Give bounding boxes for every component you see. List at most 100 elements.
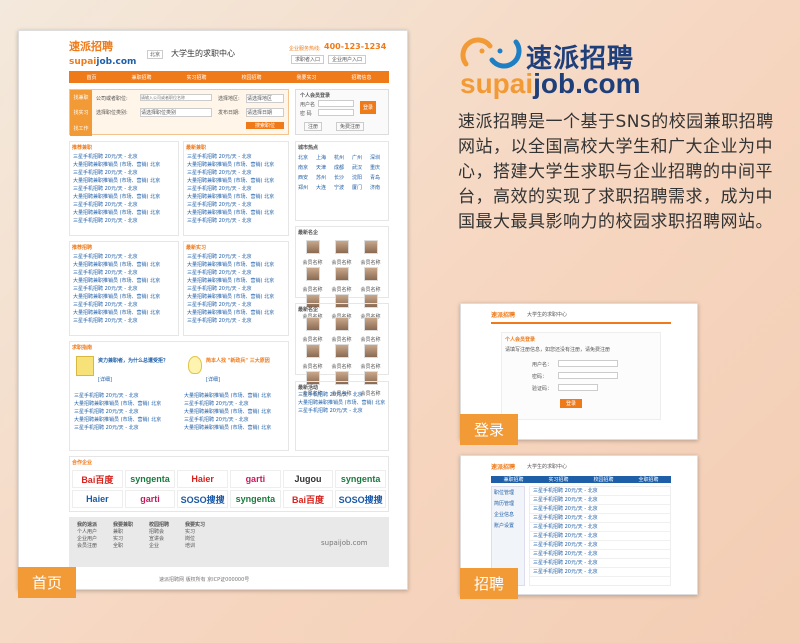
job-link[interactable]: 大量招聘兼职推销员 (市场、营销) 北京: [70, 277, 178, 285]
job-link[interactable]: 三星手机招聘 20元/天 - 北京: [184, 169, 288, 177]
table-row[interactable]: 三星手机招聘 20元/天 - 北京: [530, 496, 670, 505]
member-card[interactable]: 会员名称: [298, 316, 327, 343]
recruit-tab[interactable]: 校园招聘: [593, 476, 613, 483]
job-link[interactable]: 大量招聘兼职推销员 (市场、营销) 北京: [70, 293, 178, 301]
job-link[interactable]: 三星手机招聘 20元/天 - 北京: [70, 169, 178, 177]
login-submit-button[interactable]: 登录: [560, 399, 583, 408]
city-link[interactable]: 杭州: [334, 154, 350, 162]
table-row[interactable]: 三星手机招聘 20元/天 - 北京: [530, 505, 670, 514]
job-link[interactable]: 三星手机招聘 20元/天 - 北京: [70, 301, 178, 309]
article-link[interactable]: 三星手机招聘 20元/天 - 北京: [74, 424, 179, 432]
job-link[interactable]: 大量招聘兼职推销员 (市场、营销) 北京: [70, 209, 178, 217]
notice-link[interactable]: 三星手机招聘 20元/天 - 北京: [298, 407, 386, 415]
article-link[interactable]: 大量招聘兼职推销员 (市场、营销) 北京: [74, 416, 179, 424]
city-link[interactable]: 广州: [352, 154, 368, 162]
recruit-sidebar-item[interactable]: 账户设置: [492, 520, 524, 531]
article-link[interactable]: 三星手机招聘 20元/天 - 北京: [74, 408, 179, 416]
job-link[interactable]: 三星手机招聘 20元/天 - 北京: [184, 185, 288, 193]
footer-link[interactable]: 实习: [185, 528, 205, 535]
member-card[interactable]: 会员名称: [298, 343, 327, 370]
footer-link[interactable]: 岗位: [185, 535, 205, 542]
job-link[interactable]: 三星手机招聘 20元/天 - 北京: [70, 269, 178, 277]
table-row[interactable]: 三星手机招聘 20元/天 - 北京: [530, 550, 670, 559]
footer-link[interactable]: 培训: [185, 542, 205, 549]
recruit-sidebar-item[interactable]: 简历管理: [492, 498, 524, 509]
member-card[interactable]: 会员名称: [327, 239, 356, 266]
footer-link[interactable]: 全职: [113, 542, 133, 549]
job-link[interactable]: 大量招聘兼职推销员 (市场、营销) 北京: [184, 277, 288, 285]
type-select[interactable]: 请选择职位类别: [140, 108, 212, 117]
job-link[interactable]: 三星手机招聘 20元/天 - 北京: [70, 217, 178, 225]
recruit-sidebar-item[interactable]: 企业信息: [492, 509, 524, 520]
table-row[interactable]: 三星手机招聘 20元/天 - 北京: [530, 523, 670, 532]
city-link[interactable]: 济南: [370, 184, 386, 192]
job-link[interactable]: 大量招聘兼职推销员 (市场、营销) 北京: [184, 309, 288, 317]
recruit-tab[interactable]: 全职招聘: [638, 476, 658, 483]
job-link[interactable]: 大量招聘兼职推销员 (市场、营销) 北京: [70, 261, 178, 269]
article-title[interactable]: 简本人找 "新政兵" 三大原因: [206, 357, 270, 364]
article-link[interactable]: 大量招聘兼职推销员 (市场、营销) 北京: [184, 392, 286, 400]
job-link[interactable]: 大量招聘兼职推销员 (市场、营销) 北京: [70, 309, 178, 317]
job-link[interactable]: 三星手机招聘 20元/天 - 北京: [70, 153, 178, 161]
table-row[interactable]: 三星手机招聘 20元/天 - 北京: [530, 559, 670, 568]
partner-logo[interactable]: SOSO搜搜: [335, 490, 386, 508]
city-link[interactable]: 天津: [316, 164, 332, 172]
city-link[interactable]: 厦门: [352, 184, 368, 192]
job-link[interactable]: 三星手机招聘 20元/天 - 北京: [184, 269, 288, 277]
city-link[interactable]: 青岛: [370, 174, 386, 182]
partner-logo[interactable]: Bai百度: [72, 470, 123, 488]
footer-link[interactable]: 个人用户: [77, 528, 97, 535]
member-card[interactable]: 会员名称: [327, 266, 356, 293]
city-link[interactable]: 深圳: [370, 154, 386, 162]
city-link[interactable]: 沈阳: [352, 174, 368, 182]
footer-link[interactable]: 企业: [149, 542, 169, 549]
member-card[interactable]: 会员名称: [356, 266, 385, 293]
job-link[interactable]: 三星手机招聘 20元/天 - 北京: [184, 217, 288, 225]
nav-item[interactable]: 招聘信息: [351, 74, 371, 81]
partner-logo[interactable]: syngenta: [230, 490, 281, 508]
job-link[interactable]: 大量招聘兼职推销员 (市场、营销) 北京: [184, 177, 288, 185]
city-link[interactable]: 北京: [298, 154, 314, 162]
partner-logo[interactable]: garti: [124, 490, 176, 508]
password-input[interactable]: [318, 109, 354, 116]
member-card[interactable]: 会员名称: [356, 239, 385, 266]
member-card[interactable]: 会员名称: [327, 343, 356, 370]
city-select[interactable]: 请选择地区: [246, 94, 284, 103]
city-link[interactable]: 长沙: [334, 174, 350, 182]
footer-link[interactable]: 宣讲会: [149, 535, 169, 542]
table-row[interactable]: 三星手机招聘 20元/天 - 北京: [530, 541, 670, 550]
article-link[interactable]: 大量招聘兼职推销员 (市场、营销) 北京: [74, 400, 179, 408]
job-link[interactable]: 三星手机招聘 20元/天 - 北京: [70, 201, 178, 209]
city-link[interactable]: 郑州: [298, 184, 314, 192]
captcha-input[interactable]: [558, 384, 598, 391]
job-link[interactable]: 大量招聘兼职推销员 (市场、营销) 北京: [184, 293, 288, 301]
job-link[interactable]: 三星手机招聘 20元/天 - 北京: [184, 317, 288, 325]
city-link[interactable]: 南京: [298, 164, 314, 172]
city-link[interactable]: 重庆: [370, 164, 386, 172]
job-link[interactable]: 大量招聘兼职推销员 (市场、营销) 北京: [184, 209, 288, 217]
job-link[interactable]: 三星手机招聘 20元/天 - 北京: [184, 285, 288, 293]
article-more-link[interactable]: [详细]: [98, 376, 112, 383]
article-title[interactable]: 资力兼职者，为什么总遭受拒？: [98, 357, 168, 364]
job-link[interactable]: 大量招聘兼职推销员 (市场、营销) 北京: [184, 193, 288, 201]
job-link[interactable]: 三星手机招聘 20元/天 - 北京: [184, 201, 288, 209]
table-row[interactable]: 三星手机招聘 20元/天 - 北京: [530, 487, 670, 496]
search-tab[interactable]: 找兼职: [73, 94, 88, 101]
partner-logo[interactable]: Haier: [72, 490, 123, 508]
partner-logo[interactable]: Haier: [177, 470, 228, 488]
job-link[interactable]: 三星手机招聘 20元/天 - 北京: [70, 285, 178, 293]
job-link[interactable]: 大量招聘兼职推销员 (市场、营销) 北京: [70, 161, 178, 169]
member-card[interactable]: 会员名称: [298, 266, 327, 293]
article-link[interactable]: 大量招聘兼职推销员 (市场、营销) 北京: [184, 424, 286, 432]
logo[interactable]: 速派招聘 supaijob.com: [69, 39, 136, 68]
footer-link[interactable]: 招聘会: [149, 528, 169, 535]
partner-logo[interactable]: garti: [230, 470, 281, 488]
job-link[interactable]: 三星手机招聘 20元/天 - 北京: [184, 301, 288, 309]
job-link[interactable]: 三星手机招聘 20元/天 - 北京: [184, 253, 288, 261]
table-row[interactable]: 三星手机招聘 20元/天 - 北京: [530, 514, 670, 523]
free-register-button[interactable]: 免费注册: [336, 122, 365, 131]
login-user-input[interactable]: [558, 360, 618, 367]
city-link[interactable]: 武汉: [352, 164, 368, 172]
login-password-input[interactable]: [558, 372, 618, 379]
city-link[interactable]: 大连: [316, 184, 332, 192]
